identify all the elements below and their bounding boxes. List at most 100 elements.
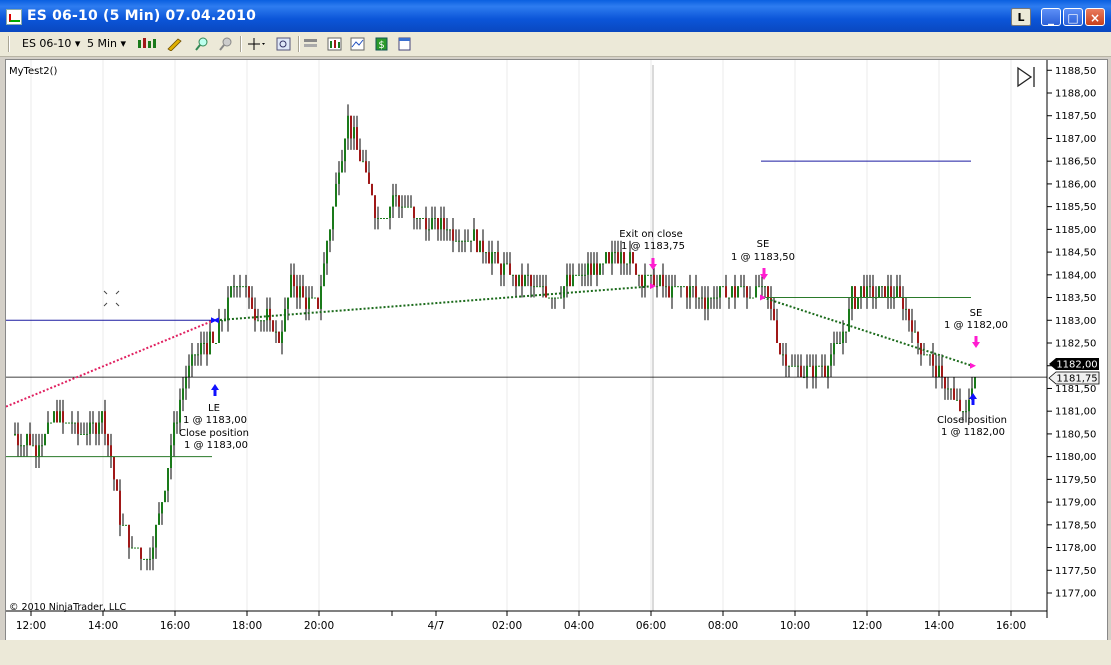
price-bar	[62, 399, 64, 434]
price-bar	[548, 297, 550, 299]
price-bar	[368, 161, 370, 184]
price-bar	[704, 286, 706, 321]
price-bar	[44, 433, 46, 446]
price-bar	[347, 104, 349, 150]
bar-body	[596, 263, 598, 275]
price-bar	[782, 343, 784, 366]
price-bar	[734, 274, 736, 309]
instrument-selector[interactable]: ES 06-10 ▾	[22, 36, 80, 52]
bar-body	[323, 263, 325, 287]
bar-body	[317, 297, 319, 309]
price-bar	[356, 115, 358, 150]
bar-body	[263, 320, 265, 322]
bar-body	[818, 365, 820, 367]
bar-body	[644, 274, 646, 287]
price-bar	[122, 513, 124, 526]
price-bar	[320, 274, 322, 321]
price-bar	[92, 411, 94, 434]
price-bar	[563, 286, 565, 309]
line-price-text: 1181,75	[1056, 374, 1097, 385]
bar-body	[239, 286, 241, 288]
crosshair-icon[interactable]	[247, 37, 267, 51]
l-button[interactable]: L	[1011, 8, 1031, 26]
bar-body	[341, 161, 343, 173]
price-bar	[887, 274, 889, 309]
strategies-icon[interactable]: $	[374, 37, 389, 51]
price-bar	[458, 229, 460, 253]
bar-body	[275, 331, 277, 333]
price-bar	[839, 331, 841, 344]
price-bar	[83, 422, 85, 435]
scroll-to-end-icon[interactable]	[1017, 66, 1035, 88]
close-position-price-label: 1 @ 1183,00	[184, 440, 248, 451]
templates-icon[interactable]	[397, 37, 412, 51]
bar-body	[740, 286, 742, 288]
price-bar	[38, 433, 40, 468]
bar-body	[746, 286, 748, 298]
bar-body	[284, 308, 286, 332]
price-bar	[383, 218, 385, 219]
chart-panel[interactable]: 1188,50 1188,00 1187,50 1187,00 1186,50 1186,…	[5, 59, 1108, 641]
price-bar	[926, 354, 928, 356]
price-bar	[230, 286, 232, 298]
price-bar	[908, 308, 910, 332]
price-bar	[953, 377, 955, 400]
bar-body	[836, 343, 838, 344]
zoom-out-icon[interactable]	[218, 37, 233, 51]
price-bar	[596, 252, 598, 287]
price-bar	[239, 274, 241, 298]
price-bar	[872, 274, 874, 309]
price-chart[interactable]: 1188,50 1188,00 1187,50 1187,00 1186,50 1186,…	[6, 60, 1107, 640]
bar-body	[863, 286, 865, 298]
bar-type-icon[interactable]	[137, 37, 157, 51]
y-tick-label: 1180,00	[1055, 452, 1096, 463]
bar-body	[122, 524, 124, 526]
price-bar	[17, 422, 19, 457]
maximize-button[interactable]: □	[1063, 8, 1083, 26]
indicators-icon[interactable]	[350, 37, 365, 51]
chart-style-icon[interactable]	[327, 37, 342, 51]
price-bar	[431, 206, 433, 230]
bar-body	[230, 286, 232, 298]
price-bar	[116, 479, 118, 491]
bar-body	[83, 433, 85, 435]
bar-body	[95, 422, 97, 434]
price-bar	[440, 206, 442, 241]
current-price-flag: 1182,00	[1049, 358, 1099, 371]
price-bar	[851, 286, 853, 321]
price-bar	[461, 240, 463, 253]
chart-app-icon[interactable]	[6, 9, 22, 25]
bar-body	[551, 297, 553, 299]
bar-body	[410, 206, 412, 208]
y-tick-label: 1185,00	[1055, 225, 1096, 236]
bar-body	[251, 297, 253, 309]
bar-body	[206, 343, 208, 355]
price-bar	[707, 286, 709, 321]
bar-body	[752, 297, 754, 299]
price-bar	[662, 263, 664, 298]
bar-body	[575, 274, 577, 276]
price-bars	[14, 104, 976, 571]
price-bar	[722, 286, 724, 288]
zoom-in-icon[interactable]	[194, 37, 209, 51]
bar-body	[80, 433, 82, 435]
bar-body	[698, 297, 700, 299]
drawing-tool-icon[interactable]	[166, 37, 186, 51]
price-bar	[413, 206, 415, 230]
price-bar	[602, 263, 604, 275]
properties-icon[interactable]	[303, 37, 318, 51]
price-bar	[443, 206, 445, 241]
price-bar	[746, 286, 748, 309]
bar-body	[356, 127, 358, 150]
bar-body	[896, 286, 898, 298]
minimize-button[interactable]: _	[1041, 8, 1061, 26]
data-box-icon[interactable]	[276, 37, 291, 51]
close-button[interactable]: ×	[1085, 8, 1105, 26]
price-bar	[161, 502, 163, 525]
bar-body	[860, 286, 862, 298]
price-bar	[815, 354, 817, 389]
price-bar	[419, 218, 421, 230]
price-bar	[98, 411, 100, 446]
interval-selector[interactable]: 5 Min ▾	[87, 36, 126, 52]
bar-body	[944, 377, 946, 389]
